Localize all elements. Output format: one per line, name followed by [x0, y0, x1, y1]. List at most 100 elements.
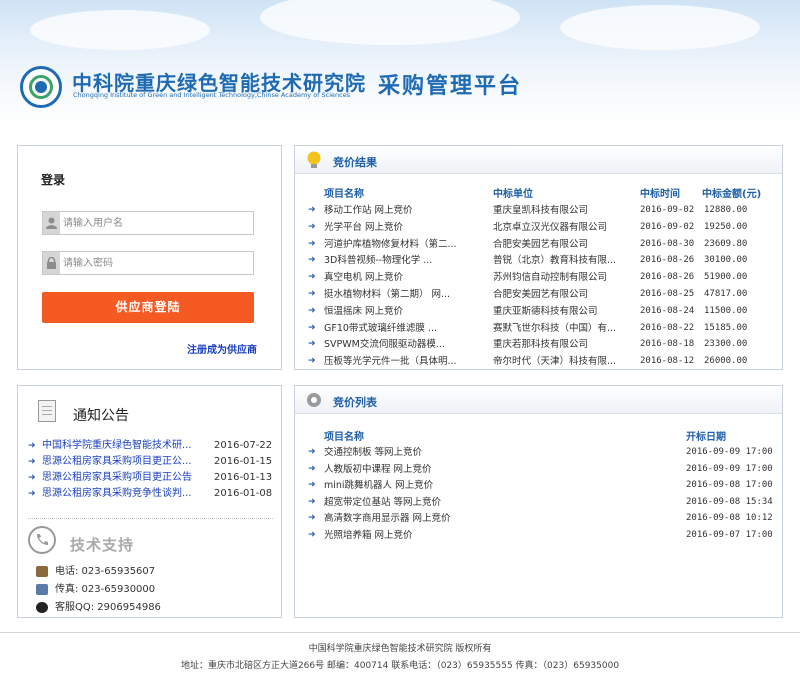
- notice-icon: [38, 400, 56, 422]
- login-title: 登录: [41, 173, 66, 187]
- col-header-name: 项目名称: [324, 432, 364, 443]
- bid-list-row[interactable]: ➜ 交通控制板 等网上竞价 2016-09-09 17:00: [295, 444, 782, 461]
- register-supplier-link[interactable]: 注册成为供应商: [187, 341, 257, 356]
- bid-results-title: 竞价结果: [333, 156, 377, 169]
- bid-result-time: 2016-08-24: [640, 305, 695, 316]
- bid-result-row[interactable]: ➜ GF10带式玻璃纤维滤膜 ... 赛默飞世尔科技（中国）有... 2016-08-…: [295, 320, 782, 337]
- arrow-icon: ➜: [308, 238, 316, 249]
- panel-header: 竞价结果: [295, 146, 782, 174]
- bid-result-row[interactable]: ➜ SVPWM交流伺服驱动器模... 重庆若那科技有限公司 2016-08-18 233…: [295, 336, 782, 353]
- bid-result-amount: 23300.00: [704, 339, 748, 350]
- bid-result-unit: 重庆皇凯科技有限公司: [493, 205, 589, 216]
- bid-result-name[interactable]: 真空电机 网上竞价: [324, 269, 474, 286]
- bid-results-panel: 竞价结果 项目名称 中标单位 中标时间 中标金额(元) ➜ 移动工作站 网上竞价重…: [294, 145, 783, 370]
- bid-result-name[interactable]: 挺水植物材料（第二期） 网...: [324, 286, 474, 303]
- bid-result-amount: 47817.00: [704, 289, 748, 299]
- bid-result-name[interactable]: 移动工作站 网上竞价: [324, 202, 474, 219]
- institute-name-en: Chongqing Institute of Green and Intelli…: [73, 91, 351, 99]
- bid-list-name[interactable]: 光照培养箱 网上竞价: [324, 527, 624, 544]
- bid-list-row[interactable]: ➜ 高清数字商用显示器 网上竞价 2016-09-08 10:12: [295, 510, 782, 527]
- bid-result-name[interactable]: GF10带式玻璃纤维滤膜 ...: [324, 320, 474, 337]
- bid-result-row[interactable]: ➜ 移动工作站 网上竞价 重庆皇凯科技有限公司 2016-09-02 12880.00: [295, 202, 782, 219]
- bid-result-row[interactable]: ➜ 压板等光学元件一批（具体明... 帝尔时代（天津）科技有限... 2016-08-…: [295, 353, 782, 370]
- bid-result-amount: 51900.00: [704, 272, 748, 283]
- notice-title: 通知公告: [73, 408, 129, 424]
- bid-result-row[interactable]: ➜ 真空电机 网上竞价 苏州钧信自动控制有限公司 2016-08-26 51900.00: [295, 269, 782, 286]
- username-input[interactable]: [63, 215, 249, 231]
- arrow-icon: ➜: [308, 356, 316, 367]
- bid-list-name[interactable]: 交通控制板 等网上竞价: [324, 444, 624, 461]
- notice-item[interactable]: ➜ 中国科学院重庆绿色智能技术研... 2016-07-22: [28, 438, 278, 454]
- bid-list-row[interactable]: ➜ 人教版初中课程 网上竞价 2016-09-09 17:00: [295, 461, 782, 478]
- bid-list-row[interactable]: ➜ 超宽带定位基站 等网上竞价 2016-09-08 15:34: [295, 494, 782, 511]
- gear-icon: [307, 393, 321, 407]
- divider: [28, 518, 273, 519]
- arrow-icon: ➜: [308, 255, 316, 266]
- bid-result-name[interactable]: 光学平台 网上竞价: [324, 219, 474, 236]
- support-fax-text: 传真: 023-65930000: [55, 584, 156, 595]
- bid-result-unit: 北京卓立汉光仪器有限公司: [493, 221, 608, 233]
- bid-result-amount: 11500.00: [704, 305, 748, 316]
- arrow-icon: ➜: [308, 339, 316, 350]
- arrow-icon: ➜: [28, 441, 36, 451]
- copyright-text: 中国科学院重庆绿色智能技术研究院 版权所有: [308, 644, 492, 654]
- bid-result-row[interactable]: ➜ 恒温摇床 网上竞价 重庆亚斯德科技有限公司 2016-08-24 11500.00: [295, 303, 782, 320]
- notice-list: ➜ 中国科学院重庆绿色智能技术研... 2016-07-22 ➜ 思源公租房家具…: [28, 438, 278, 502]
- arrow-icon: ➜: [308, 496, 316, 507]
- bid-result-unit: 苏州钧信自动控制有限公司: [493, 272, 608, 284]
- arrow-icon: ➜: [308, 289, 316, 299]
- bid-result-name[interactable]: 恒温摇床 网上竞价: [324, 303, 474, 320]
- bid-list-row[interactable]: ➜ mini跳舞机器人 网上竞价 2016-09-08 17:00: [295, 477, 782, 494]
- col-header-unit: 中标单位: [493, 189, 533, 200]
- password-input[interactable]: [63, 255, 249, 271]
- bid-result-amount: 15185.00: [704, 322, 748, 333]
- notice-item-title[interactable]: 中国科学院重庆绿色智能技术研...: [42, 438, 202, 454]
- notice-item-title[interactable]: 思源公租房家具采购项目更正公...: [42, 454, 202, 470]
- arrow-icon: ➜: [308, 529, 316, 540]
- bid-result-row[interactable]: ➜ 河道护库植物修复材料（第二... 合肥安美园艺有限公司 2016-08-30 236…: [295, 236, 782, 253]
- bid-result-amount: 30100.00: [704, 255, 748, 266]
- bid-list-name[interactable]: 人教版初中课程 网上竞价: [324, 461, 624, 478]
- support-title: 技术支持: [70, 536, 135, 554]
- support-qq: 客服QQ: 2906954986: [36, 600, 161, 616]
- notice-item[interactable]: ➜ 思源公租房家具采购项目更正公告 2016-01-13: [28, 470, 278, 486]
- supplier-login-button[interactable]: 供应商登陆: [42, 292, 254, 323]
- bid-result-unit: 合肥安美园艺有限公司: [493, 238, 589, 250]
- bid-list-name[interactable]: mini跳舞机器人 网上竞价: [324, 477, 624, 494]
- support-qq-text: 客服QQ: 2906954986: [55, 602, 161, 613]
- bid-result-unit: 赛默飞世尔科技（中国）有...: [493, 322, 617, 334]
- arrow-icon: ➜: [28, 489, 36, 499]
- password-field[interactable]: [42, 251, 254, 275]
- bid-list-name[interactable]: 超宽带定位基站 等网上竞价: [324, 494, 624, 511]
- bid-result-name[interactable]: 3D科普视频--物理化学 ...: [324, 252, 474, 269]
- notice-item-title[interactable]: 思源公租房家具采购竞争性谈判...: [42, 486, 202, 502]
- arrow-icon: ➜: [308, 205, 316, 215]
- bid-list-date: 2016-09-09 17:00: [686, 463, 773, 474]
- qq-icon: [36, 601, 48, 613]
- user-icon: [43, 212, 60, 234]
- bid-result-time: 2016-08-25: [640, 289, 695, 299]
- bid-result-unit: 帝尔时代（天津）科技有限...: [493, 356, 617, 368]
- bid-result-row[interactable]: ➜ 3D科普视频--物理化学 ... 普锐（北京）教育科技有限... 2016-08-…: [295, 252, 782, 269]
- bid-result-row[interactable]: ➜ 挺水植物材料（第二期） 网... 合肥安美园艺有限公司 2016-08-25 478…: [295, 286, 782, 303]
- notice-item[interactable]: ➜ 思源公租房家具采购竞争性谈判... 2016-01-08: [28, 486, 278, 502]
- arrow-icon: ➜: [308, 305, 316, 316]
- bid-list-date: 2016-09-08 17:00: [686, 480, 773, 490]
- phone-support-icon: [28, 526, 56, 554]
- bid-result-name[interactable]: 压板等光学元件一批（具体明...: [324, 353, 474, 370]
- col-header-time: 中标时间: [640, 189, 680, 200]
- bid-list-name[interactable]: 高清数字商用显示器 网上竞价: [324, 510, 624, 527]
- arrow-icon: ➜: [308, 447, 316, 457]
- institute-logo: [20, 66, 62, 108]
- notice-item-title[interactable]: 思源公租房家具采购项目更正公告: [42, 470, 202, 486]
- support-phone: 电话: 023-65935607: [36, 564, 155, 580]
- bid-result-name[interactable]: SVPWM交流伺服驱动器模...: [324, 336, 474, 353]
- username-field[interactable]: [42, 211, 254, 235]
- notice-item-date: 2016-01-13: [214, 472, 273, 483]
- bid-result-row[interactable]: ➜ 光学平台 网上竞价 北京卓立汉光仪器有限公司 2016-09-02 19250.00: [295, 219, 782, 236]
- arrow-icon: ➜: [308, 513, 316, 523]
- bid-result-name[interactable]: 河道护库植物修复材料（第二...: [324, 236, 474, 253]
- notice-item[interactable]: ➜ 思源公租房家具采购项目更正公... 2016-01-15: [28, 454, 278, 470]
- telephone-icon: [36, 565, 48, 577]
- bid-list-row[interactable]: ➜ 光照培养箱 网上竞价 2016-09-07 17:00: [295, 527, 782, 544]
